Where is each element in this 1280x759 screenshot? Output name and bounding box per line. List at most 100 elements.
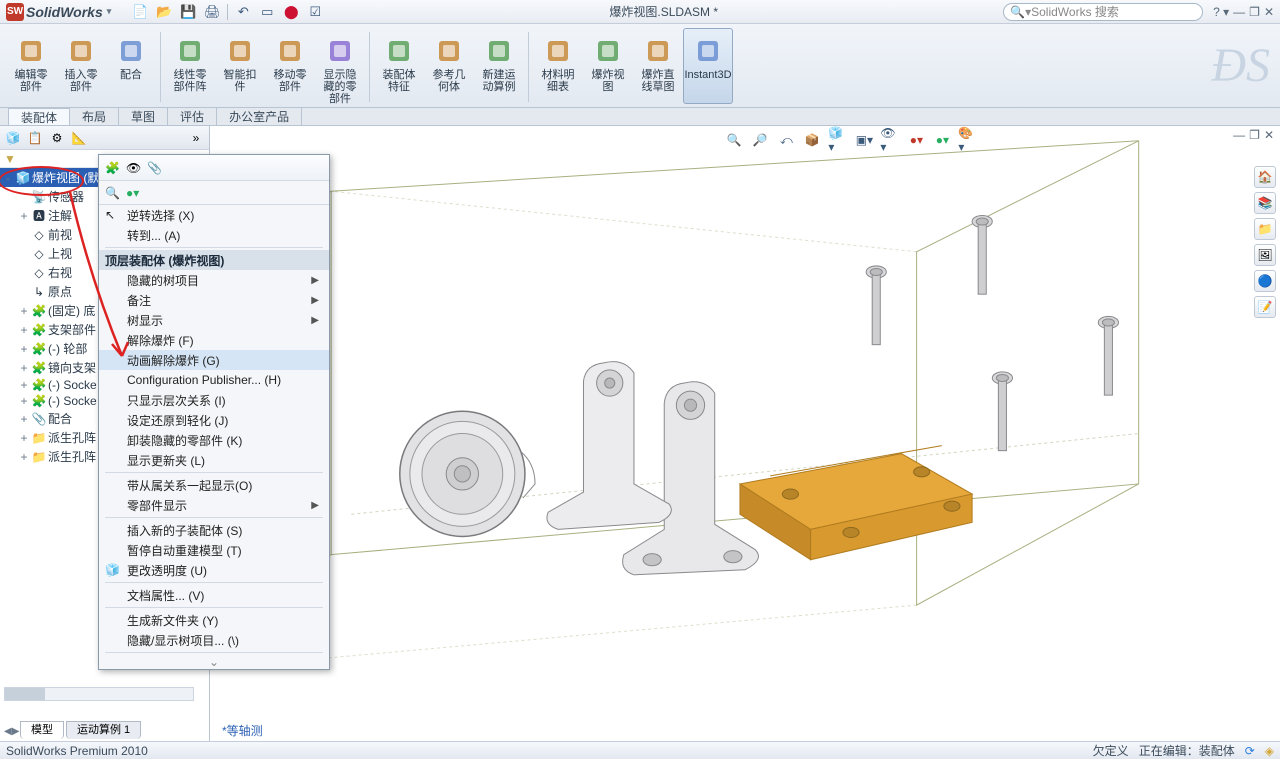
ribbon-explode-view[interactable]: 爆炸视 图 xyxy=(583,28,633,104)
menu-item[interactable]: 设定还原到轻化 (J) xyxy=(99,410,329,430)
custom-props-icon[interactable]: 📝 xyxy=(1254,296,1276,318)
menu-item[interactable]: 带从属关系一起显示(O) xyxy=(99,475,329,495)
appearances-icon[interactable]: 🔵 xyxy=(1254,270,1276,292)
view-orient-icon[interactable]: 🧊▾ xyxy=(828,130,848,150)
assembly-icon[interactable]: 🧩 xyxy=(105,161,120,175)
chevron-down-icon[interactable]: ▾ xyxy=(107,6,112,17)
ribbon-bom[interactable]: 材料明 细表 xyxy=(533,28,583,104)
doc-minimize-icon[interactable]: — xyxy=(1233,128,1245,142)
appearance-icon[interactable]: ●▾ xyxy=(932,130,952,150)
zoom-fit-icon[interactable]: 🔍 xyxy=(724,130,744,150)
menu-item[interactable]: 暂停自动重建模型 (T) xyxy=(99,540,329,560)
menu-item[interactable]: 生成新文件夹 (Y) xyxy=(99,610,329,630)
color-icon[interactable]: ●▾ xyxy=(126,186,139,200)
cm-tab-icon[interactable]: ⚙ xyxy=(48,129,66,147)
menu-item[interactable]: 解除爆炸 (F) xyxy=(99,330,329,350)
menu-item[interactable]: 显示更新夹 (L) xyxy=(99,450,329,470)
scroll-left-icon[interactable]: ◀▶ xyxy=(4,726,19,737)
tab-0[interactable]: 装配体 xyxy=(8,108,70,125)
ribbon-label: 线性零 部件阵 xyxy=(174,69,207,93)
doc-close-icon[interactable]: ✕ xyxy=(1264,128,1274,142)
ribbon-assembly-features[interactable]: 装配体 特征 xyxy=(374,28,424,104)
menu-item[interactable]: 卸装隐藏的零部件 (K) xyxy=(99,430,329,450)
view-palette-icon[interactable]: 🖼 xyxy=(1254,244,1276,266)
new-icon[interactable]: 📄 xyxy=(131,3,149,21)
linear-pattern-icon xyxy=(174,35,206,67)
attach-icon[interactable]: 📎 xyxy=(147,161,162,175)
hidden-icon[interactable]: 👁 xyxy=(126,161,141,175)
options-icon[interactable]: ☑ xyxy=(306,3,324,21)
save-icon[interactable]: 💾 xyxy=(179,3,197,21)
ribbon-linear-pattern[interactable]: 线性零 部件阵 xyxy=(165,28,215,104)
render-icon[interactable]: 🎨▾ xyxy=(958,130,978,150)
graphics-viewport[interactable]: 🔍 🔎 ⤺ 📦 🧊▾ ▣▾ 👁▾ ●▾ ●▾ 🎨▾ — ❐ ✕ 🏠 📚 📁 🖼 … xyxy=(210,126,1280,741)
section-icon[interactable]: 📦 xyxy=(802,130,822,150)
undo-icon[interactable]: ↶ xyxy=(234,3,252,21)
cube-icon: 🧊 xyxy=(105,563,120,577)
menu-item[interactable]: 更改透明度 (U)🧊 xyxy=(99,560,329,580)
menu-item[interactable]: 隐藏/显示树项目... (\) xyxy=(99,630,329,650)
menu-item[interactable]: 动画解除爆炸 (G) xyxy=(99,350,329,370)
menu-item[interactable]: 转到... (A) xyxy=(99,225,329,245)
explode-view-icon xyxy=(592,35,624,67)
ribbon-smart-fasteners[interactable]: 智能扣 件 xyxy=(215,28,265,104)
horizontal-scrollbar[interactable] xyxy=(4,687,194,701)
expand-icon[interactable]: » xyxy=(187,129,205,147)
doc-tab-1[interactable]: 运动算例 1 xyxy=(66,721,141,739)
ribbon-move-part[interactable]: 移动零 部件 xyxy=(265,28,315,104)
dm-tab-icon[interactable]: 📐 xyxy=(70,129,88,147)
hide-show-icon[interactable]: 👁▾ xyxy=(880,130,900,150)
display-style-icon[interactable]: ▣▾ xyxy=(854,130,874,150)
menu-item[interactable]: 文档属性... (V) xyxy=(99,585,329,605)
pm-tab-icon[interactable]: 📋 xyxy=(26,129,44,147)
filter-icon: ▼ xyxy=(4,152,16,166)
zoom-icon[interactable]: 🔍 xyxy=(105,186,120,200)
zoom-area-icon[interactable]: 🔎 xyxy=(750,130,770,150)
restore-icon[interactable]: ❐ xyxy=(1249,5,1260,19)
print-icon[interactable]: 🖨 xyxy=(203,3,221,21)
home-icon[interactable]: 🏠 xyxy=(1254,166,1276,188)
close-icon[interactable]: ✕ xyxy=(1264,5,1274,19)
ribbon-mate[interactable]: 配合 xyxy=(106,28,156,104)
ribbon-new-motion[interactable]: 新建运 动算例 xyxy=(474,28,524,104)
reload-icon[interactable]: ⟳ xyxy=(1245,744,1255,758)
prev-view-icon[interactable]: ⤺ xyxy=(776,130,796,150)
ribbon-insert-part[interactable]: 插入零 部件 xyxy=(56,28,106,104)
open-icon[interactable]: 📂 xyxy=(155,3,173,21)
menu-item[interactable]: 插入新的子装配体 (S) xyxy=(99,520,329,540)
menu-item[interactable]: 只显示层次关系 (I) xyxy=(99,390,329,410)
context-toolbar-2: 🔍 ●▾ xyxy=(99,181,329,205)
menu-item[interactable]: Configuration Publisher... (H) xyxy=(99,370,329,390)
menu-item[interactable]: 零部件显示▶ xyxy=(99,495,329,515)
ribbon-edit-part[interactable]: 编辑零 部件 xyxy=(6,28,56,104)
help-icon[interactable]: ? ▾ xyxy=(1213,5,1229,19)
scene-icon[interactable]: ●▾ xyxy=(906,130,926,150)
doc-tab-0[interactable]: 模型 xyxy=(20,721,64,739)
tag-icon[interactable]: ◈ xyxy=(1265,744,1274,758)
ribbon-instant3d[interactable]: Instant3D xyxy=(683,28,733,104)
select-icon[interactable]: ▭ xyxy=(258,3,276,21)
minimize-icon[interactable]: — xyxy=(1233,5,1245,19)
tab-2[interactable]: 草图 xyxy=(119,108,168,125)
cursor-icon: ↖ xyxy=(105,208,115,222)
menu-item[interactable]: 树显示▶ xyxy=(99,310,329,330)
ribbon-ref-geometry[interactable]: 参考几 何体 xyxy=(424,28,474,104)
menu-item[interactable]: 逆转选择 (X)↖ xyxy=(99,205,329,225)
ribbon-label: 配合 xyxy=(120,69,142,81)
library-icon[interactable]: 📚 xyxy=(1254,192,1276,214)
move-part-icon xyxy=(274,35,306,67)
file-explorer-icon[interactable]: 📁 xyxy=(1254,218,1276,240)
search-input[interactable]: 🔍▾ SolidWorks 搜索 xyxy=(1003,3,1203,21)
tab-3[interactable]: 评估 xyxy=(168,108,217,125)
tab-1[interactable]: 布局 xyxy=(70,108,119,125)
expand-menu-icon[interactable]: ⌄ xyxy=(99,655,329,669)
rebuild-icon[interactable]: ⬤ xyxy=(282,3,300,21)
ribbon-explode-sketch[interactable]: 爆炸直 线草图 xyxy=(633,28,683,104)
tab-4[interactable]: 办公室产品 xyxy=(217,108,302,125)
menu-item[interactable]: 备注▶ xyxy=(99,290,329,310)
doc-restore-icon[interactable]: ❐ xyxy=(1249,128,1260,142)
fm-tab-icon[interactable]: 🧊 xyxy=(4,129,22,147)
ribbon-label: 新建运 动算例 xyxy=(483,69,516,93)
ribbon-show-hide[interactable]: 显示隐 藏的零 部件 xyxy=(315,28,365,104)
menu-item[interactable]: 隐藏的树项目▶ xyxy=(99,270,329,290)
